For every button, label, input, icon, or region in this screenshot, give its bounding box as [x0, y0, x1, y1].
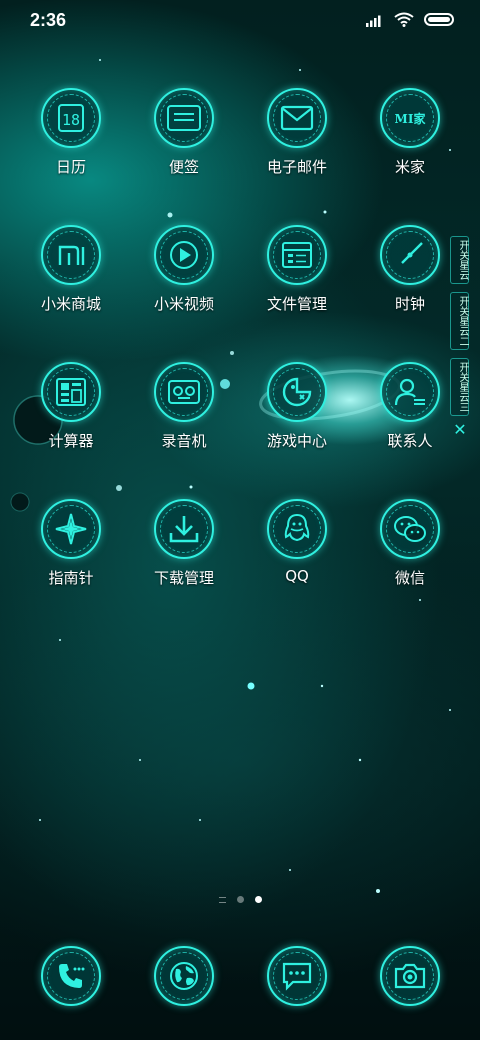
app-label: 小米商城	[40, 295, 101, 313]
status-bar: 2:36	[0, 0, 480, 40]
app-notes[interactable]: 便签	[127, 88, 241, 177]
mi-store-icon	[41, 225, 101, 285]
signal-icon	[366, 15, 381, 27]
video-icon	[154, 225, 214, 285]
app-recorder[interactable]: 录音机	[127, 362, 241, 451]
contacts-icon	[380, 362, 440, 422]
app-label: 日历	[55, 158, 86, 176]
clock-icon	[380, 225, 440, 285]
app-video[interactable]: 小米视频	[127, 225, 241, 314]
game-icon	[267, 362, 327, 422]
wechat-icon	[380, 499, 440, 559]
app-qq[interactable]: QQ	[240, 499, 354, 585]
svg-text:18: 18	[62, 111, 80, 129]
app-label: 微信	[394, 569, 425, 587]
side-panel: 开关星云 开关星云二 开关星云三 ✕	[450, 236, 470, 439]
app-label: 下载管理	[153, 569, 214, 587]
app-label: 游戏中心	[266, 432, 327, 450]
messages-icon	[267, 946, 327, 1006]
app-files[interactable]: 文件管理	[240, 225, 354, 314]
dock-messages[interactable]	[240, 946, 354, 1006]
dock-browser[interactable]	[127, 946, 241, 1006]
side-tab-nebula-3[interactable]: 开关星云三	[450, 358, 469, 416]
side-panel-close-button[interactable]: ✕	[450, 420, 470, 439]
recorder-icon	[154, 362, 214, 422]
qq-icon	[267, 499, 327, 559]
phone-icon	[41, 946, 101, 1006]
app-mi-store[interactable]: 小米商城	[14, 225, 128, 314]
notes-icon	[154, 88, 214, 148]
app-wechat[interactable]: 微信	[353, 499, 467, 588]
svg-text:MI家: MI家	[395, 111, 427, 126]
app-downloads[interactable]: 下载管理	[127, 499, 241, 588]
browser-icon	[154, 946, 214, 1006]
page-dot-active	[254, 896, 262, 903]
battery-icon	[424, 13, 454, 26]
folder-icon	[267, 225, 327, 285]
app-label: 指南针	[48, 569, 94, 587]
app-calendar[interactable]: 18 日历	[14, 88, 128, 177]
status-icons	[366, 12, 454, 27]
dock-camera[interactable]	[353, 946, 467, 1006]
mail-icon	[267, 88, 327, 148]
calculator-icon	[41, 362, 101, 422]
app-compass[interactable]: 指南针	[14, 499, 128, 588]
app-game-center[interactable]: 游戏中心	[240, 362, 354, 451]
app-label: 电子邮件	[266, 158, 327, 176]
dock-phone[interactable]	[14, 946, 128, 1006]
calendar-icon: 18	[41, 88, 101, 148]
app-label: 文件管理	[266, 295, 327, 313]
app-label: 小米视频	[153, 295, 214, 313]
app-label: 便签	[168, 158, 199, 176]
page-indicator-menu-icon	[218, 896, 226, 903]
camera-icon	[380, 946, 440, 1006]
app-label: 计算器	[48, 432, 94, 450]
side-tab-nebula-1[interactable]: 开关星云	[450, 236, 469, 284]
page-indicator[interactable]	[0, 896, 480, 903]
page-dot	[236, 896, 244, 903]
side-tab-nebula-2[interactable]: 开关星云二	[450, 292, 469, 350]
download-icon	[154, 499, 214, 559]
app-calculator[interactable]: 计算器	[14, 362, 128, 451]
app-label: 录音机	[161, 432, 207, 450]
wifi-icon	[394, 12, 414, 27]
app-mijia[interactable]: MI家 米家	[353, 88, 467, 177]
app-label: 米家	[394, 158, 425, 176]
app-label: QQ	[285, 567, 309, 585]
mijia-icon: MI家	[380, 88, 440, 148]
compass-icon	[41, 499, 101, 559]
app-mail[interactable]: 电子邮件	[240, 88, 354, 177]
status-time: 2:36	[30, 10, 67, 30]
